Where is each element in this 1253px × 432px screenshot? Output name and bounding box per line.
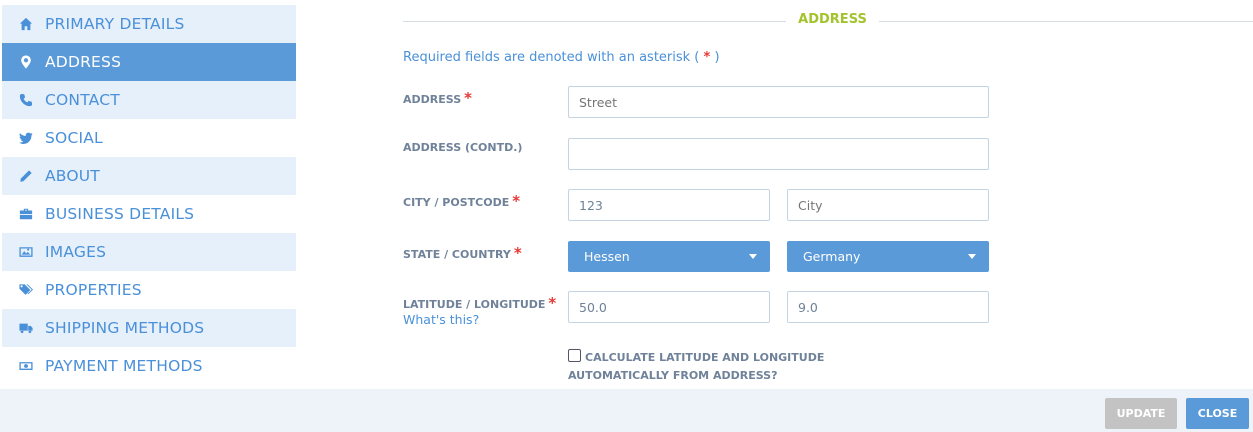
address-label: ADDRESS *	[403, 89, 472, 107]
lat-long-label-text: LATITUDE / LONGITUDE	[403, 298, 546, 311]
state-select[interactable]: Hessen	[568, 241, 770, 272]
money-icon	[17, 357, 35, 375]
sidebar-item-properties[interactable]: PROPERTIES	[2, 271, 296, 309]
sidebar-item-label: SOCIAL	[45, 129, 103, 147]
briefcase-icon	[17, 205, 35, 223]
sidebar-item-contact[interactable]: CONTACT	[2, 81, 296, 119]
sidebar-item-label: IMAGES	[45, 243, 107, 261]
home-icon	[17, 15, 35, 33]
required-note: Required fields are denoted with an aste…	[403, 50, 720, 65]
divider	[879, 21, 1253, 22]
required-star: *	[548, 294, 557, 312]
auto-calc-option[interactable]: CALCULATE LATITUDE AND LONGITUDE AUTOMAT…	[568, 349, 828, 385]
image-icon	[17, 243, 35, 261]
chevron-down-icon	[968, 254, 976, 259]
pencil-icon	[17, 167, 35, 185]
sidebar-item-images[interactable]: IMAGES	[2, 233, 296, 271]
auto-calc-checkbox[interactable]	[568, 349, 581, 362]
phone-icon	[17, 91, 35, 109]
sidebar-nav: PRIMARY DETAILS ADDRESS CONTACT SOCIAL A…	[2, 5, 296, 385]
lat-long-label: LATITUDE / LONGITUDE *	[403, 294, 556, 312]
sidebar-item-address[interactable]: ADDRESS	[2, 43, 296, 81]
sidebar-item-label: ADDRESS	[45, 53, 122, 71]
auto-calc-label-line1: CALCULATE LATITUDE AND LONGITUDE	[585, 351, 825, 364]
required-note-text: Required fields are denoted with an aste…	[403, 50, 704, 65]
postcode-input[interactable]	[568, 189, 770, 221]
required-star: *	[464, 89, 472, 107]
divider	[403, 21, 786, 22]
chevron-down-icon	[749, 254, 757, 259]
sidebar-item-about[interactable]: ABOUT	[2, 157, 296, 195]
whats-this-link[interactable]: What's this?	[403, 312, 479, 327]
address-contd-label: ADDRESS (CONTD.)	[403, 141, 523, 154]
country-select-value: Germany	[803, 249, 861, 264]
sidebar-item-label: PRIMARY DETAILS	[45, 15, 185, 33]
sidebar-item-payment-methods[interactable]: PAYMENT METHODS	[2, 347, 296, 385]
sidebar-item-primary-details[interactable]: PRIMARY DETAILS	[2, 5, 296, 43]
sidebar-item-label: PAYMENT METHODS	[45, 357, 203, 375]
auto-calc-label-line2: AUTOMATICALLY FROM ADDRESS?	[568, 369, 778, 382]
address-input[interactable]	[568, 86, 989, 118]
latitude-input[interactable]	[568, 291, 770, 323]
required-star: *	[512, 192, 521, 210]
longitude-input[interactable]	[787, 291, 989, 323]
sidebar-item-label: ABOUT	[45, 167, 100, 185]
section-heading: ADDRESS	[403, 12, 1253, 30]
close-button[interactable]: CLOSE	[1186, 398, 1249, 429]
tags-icon	[17, 281, 35, 299]
required-star: *	[513, 244, 522, 262]
sidebar-item-label: CONTACT	[45, 91, 120, 109]
address-label-text: ADDRESS	[403, 93, 462, 106]
map-marker-icon	[17, 53, 35, 71]
update-button[interactable]: UPDATE	[1105, 398, 1177, 429]
twitter-icon	[17, 129, 35, 147]
state-country-label-text: STATE / COUNTRY	[403, 248, 511, 261]
sidebar-item-label: PROPERTIES	[45, 281, 142, 299]
sidebar-item-label: SHIPPING METHODS	[45, 319, 205, 337]
truck-icon	[17, 319, 35, 337]
sidebar-item-label: BUSINESS DETAILS	[45, 205, 195, 223]
country-select[interactable]: Germany	[787, 241, 989, 272]
city-postcode-label-text: CITY / POSTCODE	[403, 196, 510, 209]
sidebar-item-shipping-methods[interactable]: SHIPPING METHODS	[2, 309, 296, 347]
footer-bar	[0, 389, 1253, 432]
state-select-value: Hessen	[584, 249, 630, 264]
city-postcode-label: CITY / POSTCODE *	[403, 192, 520, 210]
section-title: ADDRESS	[798, 12, 867, 27]
sidebar-item-social[interactable]: SOCIAL	[2, 119, 296, 157]
required-note-suffix: )	[710, 50, 720, 65]
sidebar-item-business-details[interactable]: BUSINESS DETAILS	[2, 195, 296, 233]
state-country-label: STATE / COUNTRY *	[403, 244, 522, 262]
address-contd-input[interactable]	[568, 138, 989, 170]
city-input[interactable]	[787, 189, 989, 221]
